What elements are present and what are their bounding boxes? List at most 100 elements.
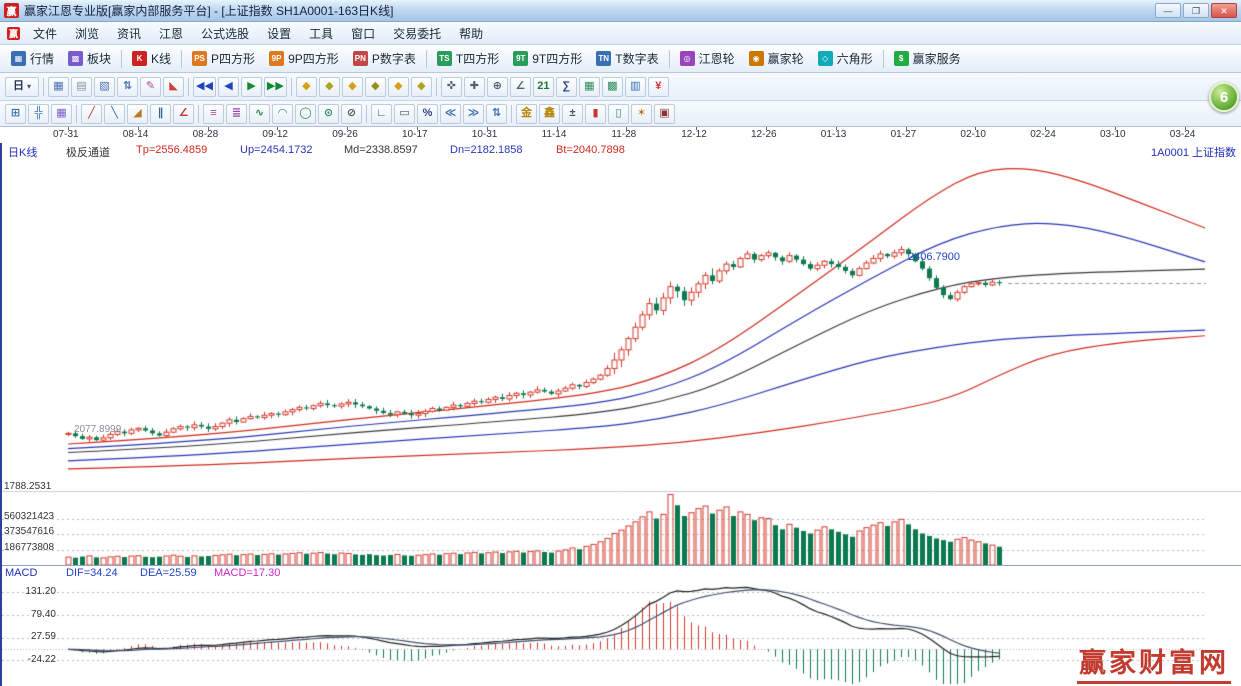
maximize-button[interactable]: ❐ <box>1183 3 1209 18</box>
gann-diamond-5-button[interactable]: ◆ <box>388 77 409 97</box>
toolbar-separator <box>181 50 182 68</box>
grid-cross-button[interactable]: ⊞ <box>5 104 26 124</box>
winner-service-button[interactable]: $赢家服务 <box>887 48 968 69</box>
split-panel-button[interactable]: ▥ <box>625 77 646 97</box>
crosshair-button[interactable]: ✚ <box>464 77 485 97</box>
menu-item[interactable]: 浏览 <box>66 22 108 45</box>
p-number-table-button[interactable]: PNP数字表 <box>346 48 423 69</box>
parallel-lines-button[interactable]: ∥ <box>150 104 171 124</box>
expand-time-button[interactable]: ≫ <box>463 104 484 124</box>
prev-bar-button[interactable]: ◀ <box>218 77 239 97</box>
axis-date-label: 11-14 <box>542 129 567 140</box>
trend-down-line-button[interactable]: ╲ <box>104 104 125 124</box>
calendar-21-button[interactable]: 21 <box>533 77 554 97</box>
time-cycle-button[interactable]: ⊘ <box>341 104 362 124</box>
trend-up-line-button[interactable]: ╱ <box>81 104 102 124</box>
sectors-button[interactable]: ▩板块 <box>61 48 118 69</box>
gold-tool-button[interactable]: 金 <box>516 104 537 124</box>
gann-fan-button[interactable]: ◢ <box>127 104 148 124</box>
swap-axis-button[interactable]: ⇅ <box>117 77 138 97</box>
toolbar-item-label: T数字表 <box>615 50 658 67</box>
minimize-button[interactable]: — <box>1155 3 1181 18</box>
market-table-button[interactable]: ▦ <box>579 77 600 97</box>
red-bar-button[interactable]: ▮ <box>585 104 606 124</box>
right-angle-button[interactable]: ∟ <box>371 104 392 124</box>
axis-date-label: 02-24 <box>1030 129 1056 140</box>
fortune-tool-button[interactable]: 鑫 <box>539 104 560 124</box>
sectors-icon: ▩ <box>68 51 83 66</box>
menu-item[interactable]: 交易委托 <box>384 22 450 45</box>
layout-grid-button[interactable]: ▦ <box>48 77 69 97</box>
quick-layout-badge[interactable]: 6 <box>1209 82 1239 112</box>
circle-tool-button[interactable]: ◯ <box>295 104 316 124</box>
list-view-button[interactable]: ▤ <box>71 77 92 97</box>
p-square-button[interactable]: PSP四方形 <box>185 48 262 69</box>
menu-item[interactable]: 设置 <box>258 22 300 45</box>
compress-time-button[interactable]: ≪ <box>440 104 461 124</box>
copy-chart-icon: ▧ <box>99 81 109 92</box>
cycle-circle-button[interactable]: ⊙ <box>318 104 339 124</box>
arc-tool-button[interactable]: ◠ <box>272 104 293 124</box>
exit-panel-button[interactable]: ▣ <box>654 104 675 124</box>
stats-sigma-icon: ∑ <box>562 81 570 92</box>
gann-diamond-3-button[interactable]: ◆ <box>342 77 363 97</box>
p9-square-button[interactable]: 9P9P四方形 <box>262 48 346 69</box>
peak-price-annotation: 2406.7900 <box>908 251 960 263</box>
period-day-button[interactable]: 日▾ <box>5 77 39 97</box>
date-axis: 07-3108-1408-2809-1209-2610-1710-3111-14… <box>0 127 1241 143</box>
wave-tool-button[interactable]: ∿ <box>249 104 270 124</box>
last-bar-button[interactable]: ▶▶ <box>264 77 287 97</box>
price-grid-icon: ▦ <box>56 108 66 119</box>
hexagon-button[interactable]: ◇六角形 <box>811 48 880 69</box>
balance-tool-button[interactable]: ± <box>562 104 583 124</box>
gann-diamond-6-button[interactable]: ◆ <box>411 77 432 97</box>
stats-sigma-button[interactable]: ∑ <box>556 77 577 97</box>
macd-scale-label: 131.20 <box>0 586 56 597</box>
menu-item[interactable]: 工具 <box>300 22 342 45</box>
fib-levels-button[interactable]: ≡ <box>203 104 224 124</box>
first-bar-button[interactable]: ◀◀ <box>193 77 216 97</box>
close-button[interactable]: ✕ <box>1211 3 1237 18</box>
gann-wheel-button[interactable]: ◎江恩轮 <box>673 48 742 69</box>
axis-date-label: 08-28 <box>193 129 219 140</box>
percent-levels-button[interactable]: ≣ <box>226 104 247 124</box>
gann-grid-button[interactable]: ╬ <box>28 104 49 124</box>
angle-measure-button[interactable]: ∠ <box>173 104 194 124</box>
kline-button[interactable]: KK线 <box>125 48 178 69</box>
toolbar-item-label: 赢家服务 <box>913 50 961 67</box>
green-grid-button[interactable]: ▩ <box>602 77 623 97</box>
main-chart-canvas[interactable] <box>0 159 1241 565</box>
menu-item[interactable]: 文件 <box>24 22 66 45</box>
t-square-button[interactable]: TST四方形 <box>430 48 506 69</box>
menu-item[interactable]: 窗口 <box>342 22 384 45</box>
menu-item[interactable]: 帮助 <box>450 22 492 45</box>
gann-diamond-2-button[interactable]: ◆ <box>319 77 340 97</box>
quotes-button[interactable]: ▦行情 <box>4 48 61 69</box>
star-tool-button[interactable]: ✶ <box>631 104 652 124</box>
macd-chart-canvas[interactable] <box>0 579 1241 686</box>
menu-item[interactable]: 公式选股 <box>192 22 258 45</box>
rect-tool-button[interactable]: ▭ <box>394 104 415 124</box>
green-bar-button[interactable]: ▯ <box>608 104 629 124</box>
pan-hand-button[interactable]: ✜ <box>441 77 462 97</box>
menu-item[interactable]: 江恩 <box>150 22 192 45</box>
price-grid-button[interactable]: ▦ <box>51 104 72 124</box>
indicator-bt-value: Bt=2040.7898 <box>556 144 625 156</box>
menu-item[interactable]: 资讯 <box>108 22 150 45</box>
gann-diamond-1-button[interactable]: ◆ <box>296 77 317 97</box>
updown-scale-button[interactable]: ⇅ <box>486 104 507 124</box>
percent-tool-button[interactable]: % <box>417 104 438 124</box>
macd-scale-label: 79.40 <box>0 609 56 620</box>
paint-brush-button[interactable]: ◣ <box>163 77 184 97</box>
t9-square-button[interactable]: 9T9T四方形 <box>506 48 589 69</box>
next-bar-button[interactable]: ▶ <box>241 77 262 97</box>
angle-tool-button[interactable]: ∠ <box>510 77 531 97</box>
money-flow-button[interactable]: ¥ <box>648 77 669 97</box>
t-number-table-button[interactable]: TNT数字表 <box>589 48 665 69</box>
winner-wheel-button[interactable]: ◉赢家轮 <box>742 48 811 69</box>
zoom-tool-button[interactable]: ⊕ <box>487 77 508 97</box>
gann-diamond-4-button[interactable]: ◆ <box>365 77 386 97</box>
copy-chart-button[interactable]: ▧ <box>94 77 115 97</box>
pen-tool-button[interactable]: ✎ <box>140 77 161 97</box>
trend-down-line-icon: ╲ <box>111 108 118 119</box>
